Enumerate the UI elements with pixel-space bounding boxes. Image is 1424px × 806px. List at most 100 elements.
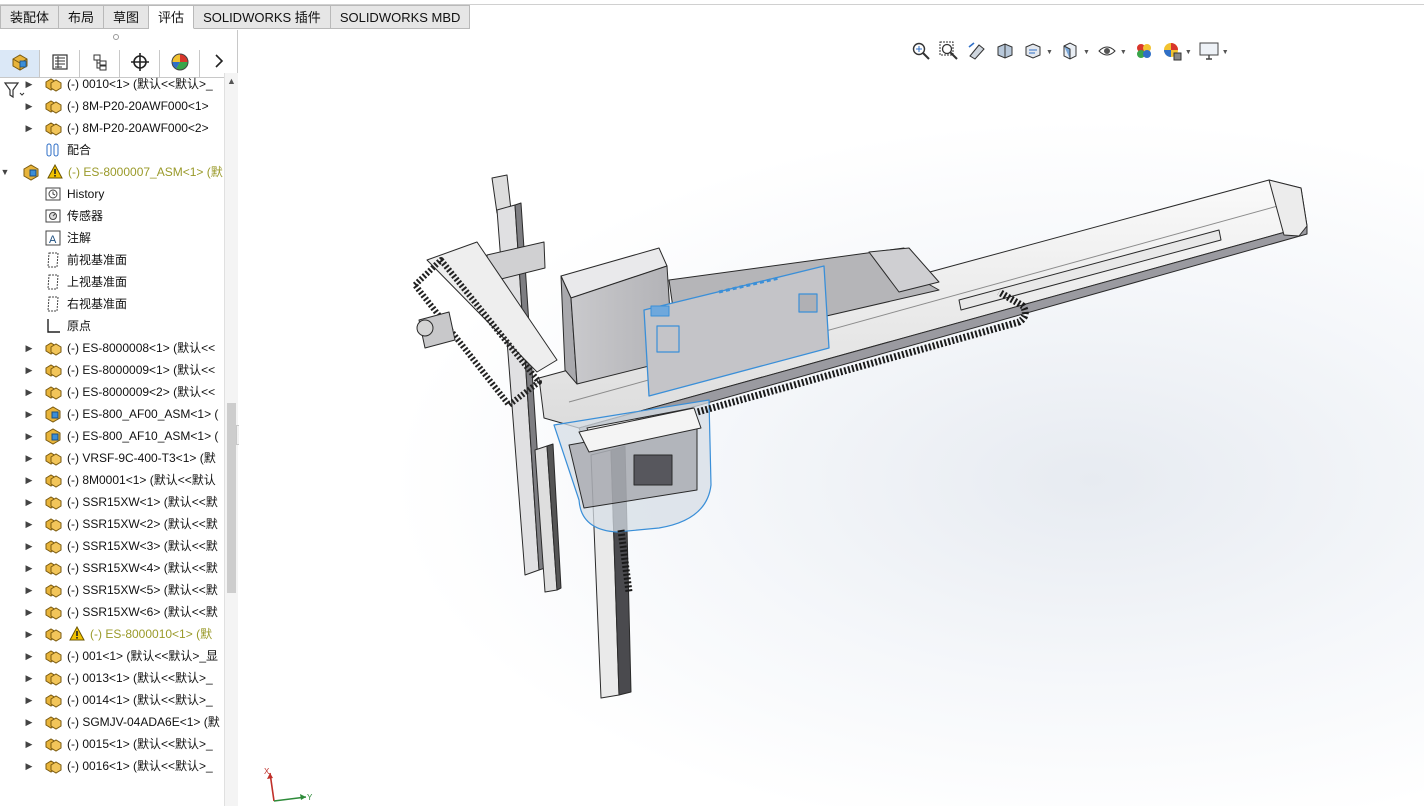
collapse-arrow-icon[interactable]: ▶: [24, 491, 34, 513]
collapse-arrow-icon[interactable]: ▶: [24, 469, 34, 491]
panel-grip[interactable]: [113, 34, 119, 40]
origin-icon: [44, 317, 62, 335]
collapse-arrow-icon[interactable]: ▶: [24, 623, 34, 645]
collapse-arrow-icon[interactable]: ▶: [24, 117, 34, 139]
tree-item-label: (-) SSR15XW<5> (默认<<默: [67, 583, 218, 597]
configuration-manager-icon: [90, 52, 110, 75]
tree-item-label: (-) SSR15XW<3> (默认<<默: [67, 539, 218, 553]
mates-icon: [44, 141, 62, 159]
tree-item-label: 配合: [67, 143, 92, 157]
tree-item-label: (-) 8M-P20-20AWF000<2>: [67, 121, 209, 135]
tree-item[interactable]: ▶ (-) ES-8000009<1> (默认<<: [0, 359, 224, 381]
assembly-icon: [44, 581, 62, 599]
tree-item[interactable]: ▶ (-) 8M0001<1> (默认<<默认: [0, 469, 224, 491]
assembly-icon: [44, 691, 62, 709]
tab-solidworks-addins[interactable]: SOLIDWORKS 插件: [194, 5, 331, 29]
display-manager-icon: [170, 52, 190, 75]
assembly-icon: [44, 97, 62, 115]
tab-sketch[interactable]: 草图: [104, 5, 150, 29]
collapse-arrow-icon[interactable]: ▶: [24, 667, 34, 689]
tree-item[interactable]: ▶ (-) 0014<1> (默认<<默认>_: [0, 689, 224, 711]
tab-layout[interactable]: 布局: [59, 5, 105, 29]
tree-item[interactable]: ▶ (-) SSR15XW<2> (默认<<默: [0, 513, 224, 535]
tree-item[interactable]: 上视基准面: [0, 271, 224, 293]
tree-item[interactable]: ▶ (-) ES-8000008<1> (默认<<: [0, 337, 224, 359]
tree-item[interactable]: ▶ (-) ES-800_AF00_ASM<1> (: [0, 403, 224, 425]
collapse-arrow-icon[interactable]: ▶: [24, 381, 34, 403]
assembly-icon: [44, 515, 62, 533]
tree-item[interactable]: 原点: [0, 315, 224, 337]
feature-tree: ▶ (-) 0010<1> (默认<<默认>_ ▶ (-) 8M-P20-20AWF0…: [0, 73, 224, 776]
sensor-icon: [44, 207, 62, 225]
tree-item[interactable]: ▶ (-) 0016<1> (默认<<默认>_: [0, 755, 224, 776]
collapse-arrow-icon[interactable]: ▶: [24, 645, 34, 667]
tree-item[interactable]: ▶ (-) SSR15XW<3> (默认<<默: [0, 535, 224, 557]
graphics-area[interactable]: ▼ ▼ ▼ ▼ ▼ X Y: [239, 30, 1424, 806]
tree-item[interactable]: ▶ (-) SGMJV-04ADA6E<1> (默: [0, 711, 224, 733]
tree-item[interactable]: 右视基准面: [0, 293, 224, 315]
assembly-icon: [44, 75, 62, 93]
tree-item[interactable]: ▶ (-) SSR15XW<5> (默认<<默: [0, 579, 224, 601]
tree-item-label: (-) ES-8000007_ASM<1> (默: [68, 165, 223, 179]
assembly-icon: [44, 449, 62, 467]
tab-assembly[interactable]: 装配体: [0, 5, 60, 29]
collapse-arrow-icon[interactable]: ▶: [24, 579, 34, 601]
tree-item-label: (-) ES-8000008<1> (默认<<: [67, 341, 216, 355]
tree-item[interactable]: History: [0, 183, 224, 205]
tree-item[interactable]: A 注解: [0, 227, 224, 249]
collapse-arrow-icon[interactable]: ▶: [24, 403, 34, 425]
tab-solidworks-mbd[interactable]: SOLIDWORKS MBD: [330, 5, 471, 29]
tree-item[interactable]: ▶ (-) VRSF-9C-400-T3<1> (默: [0, 447, 224, 469]
tree-item-label: (-) SSR15XW<4> (默认<<默: [67, 561, 218, 575]
tree-item[interactable]: ▶ (-) SSR15XW<4> (默认<<默: [0, 557, 224, 579]
collapse-arrow-icon[interactable]: ▶: [24, 447, 34, 469]
scroll-up-arrow-icon[interactable]: ▲: [225, 73, 238, 89]
tree-item-label: (-) ES-8000010<1> (默: [90, 627, 213, 641]
collapse-arrow-icon[interactable]: ▶: [24, 689, 34, 711]
expand-arrow-icon[interactable]: ▼: [0, 161, 10, 183]
collapse-arrow-icon[interactable]: ▶: [24, 95, 34, 117]
tree-item[interactable]: ▶ (-) 0015<1> (默认<<默认>_: [0, 733, 224, 755]
tree-item[interactable]: ▼ (-) ES-8000007_ASM<1> (默: [0, 161, 224, 183]
tree-item-label: 原点: [67, 319, 92, 333]
assembly-icon: [44, 669, 62, 687]
tree-item[interactable]: ▶ (-) 8M-P20-20AWF000<2>: [0, 117, 224, 139]
tree-item[interactable]: 传感器: [0, 205, 224, 227]
subassembly-icon: [44, 427, 62, 445]
tree-item[interactable]: ▶ (-) SSR15XW<1> (默认<<默: [0, 491, 224, 513]
collapse-arrow-icon[interactable]: ▶: [24, 601, 34, 623]
assembly-model[interactable]: [239, 30, 1424, 806]
assembly-icon: [44, 625, 62, 643]
solidworks-window: 装配体 布局 草图 评估 SOLIDWORKS 插件 SOLIDWORKS MB…: [0, 0, 1424, 806]
assembly-icon: [44, 119, 62, 137]
tree-item[interactable]: ▶ (-) 8M-P20-20AWF000<1>: [0, 95, 224, 117]
collapse-arrow-icon[interactable]: ▶: [24, 359, 34, 381]
collapse-arrow-icon[interactable]: ▶: [24, 733, 34, 755]
tree-item[interactable]: ▶ (-) SSR15XW<6> (默认<<默: [0, 601, 224, 623]
command-manager-tabs: 装配体 布局 草图 评估 SOLIDWORKS 插件 SOLIDWORKS MB…: [0, 5, 471, 29]
tree-item[interactable]: 配合: [0, 139, 224, 161]
collapse-arrow-icon[interactable]: ▶: [24, 711, 34, 733]
assembly-icon: [44, 537, 62, 555]
tab-evaluate[interactable]: 评估: [149, 5, 195, 29]
assembly-icon: [44, 713, 62, 731]
tree-item-label: (-) ES-800_AF00_ASM<1> (: [67, 407, 219, 421]
collapse-arrow-icon[interactable]: ▶: [24, 73, 34, 95]
collapse-arrow-icon[interactable]: ▶: [24, 755, 34, 776]
collapse-arrow-icon[interactable]: ▶: [24, 513, 34, 535]
tree-item-label: (-) 0014<1> (默认<<默认>_: [67, 693, 213, 707]
tree-item[interactable]: ▶ (-) 0010<1> (默认<<默认>_: [0, 73, 224, 95]
collapse-arrow-icon[interactable]: ▶: [24, 557, 34, 579]
collapse-arrow-icon[interactable]: ▶: [24, 425, 34, 447]
subassembly-icon: [44, 405, 62, 423]
collapse-arrow-icon[interactable]: ▶: [24, 535, 34, 557]
tree-item[interactable]: ▶ (-) ES-8000010<1> (默: [0, 623, 224, 645]
tree-item[interactable]: 前视基准面: [0, 249, 224, 271]
tree-item[interactable]: ▶ (-) 001<1> (默认<<默认>_显: [0, 645, 224, 667]
collapse-arrow-icon[interactable]: ▶: [24, 337, 34, 359]
tree-item[interactable]: ▶ (-) ES-8000009<2> (默认<<: [0, 381, 224, 403]
tree-item[interactable]: ▶ (-) ES-800_AF10_ASM<1> (: [0, 425, 224, 447]
tree-item[interactable]: ▶ (-) 0013<1> (默认<<默认>_: [0, 667, 224, 689]
tree-item-label: (-) 001<1> (默认<<默认>_显: [67, 649, 219, 663]
scroll-thumb[interactable]: [227, 403, 236, 593]
